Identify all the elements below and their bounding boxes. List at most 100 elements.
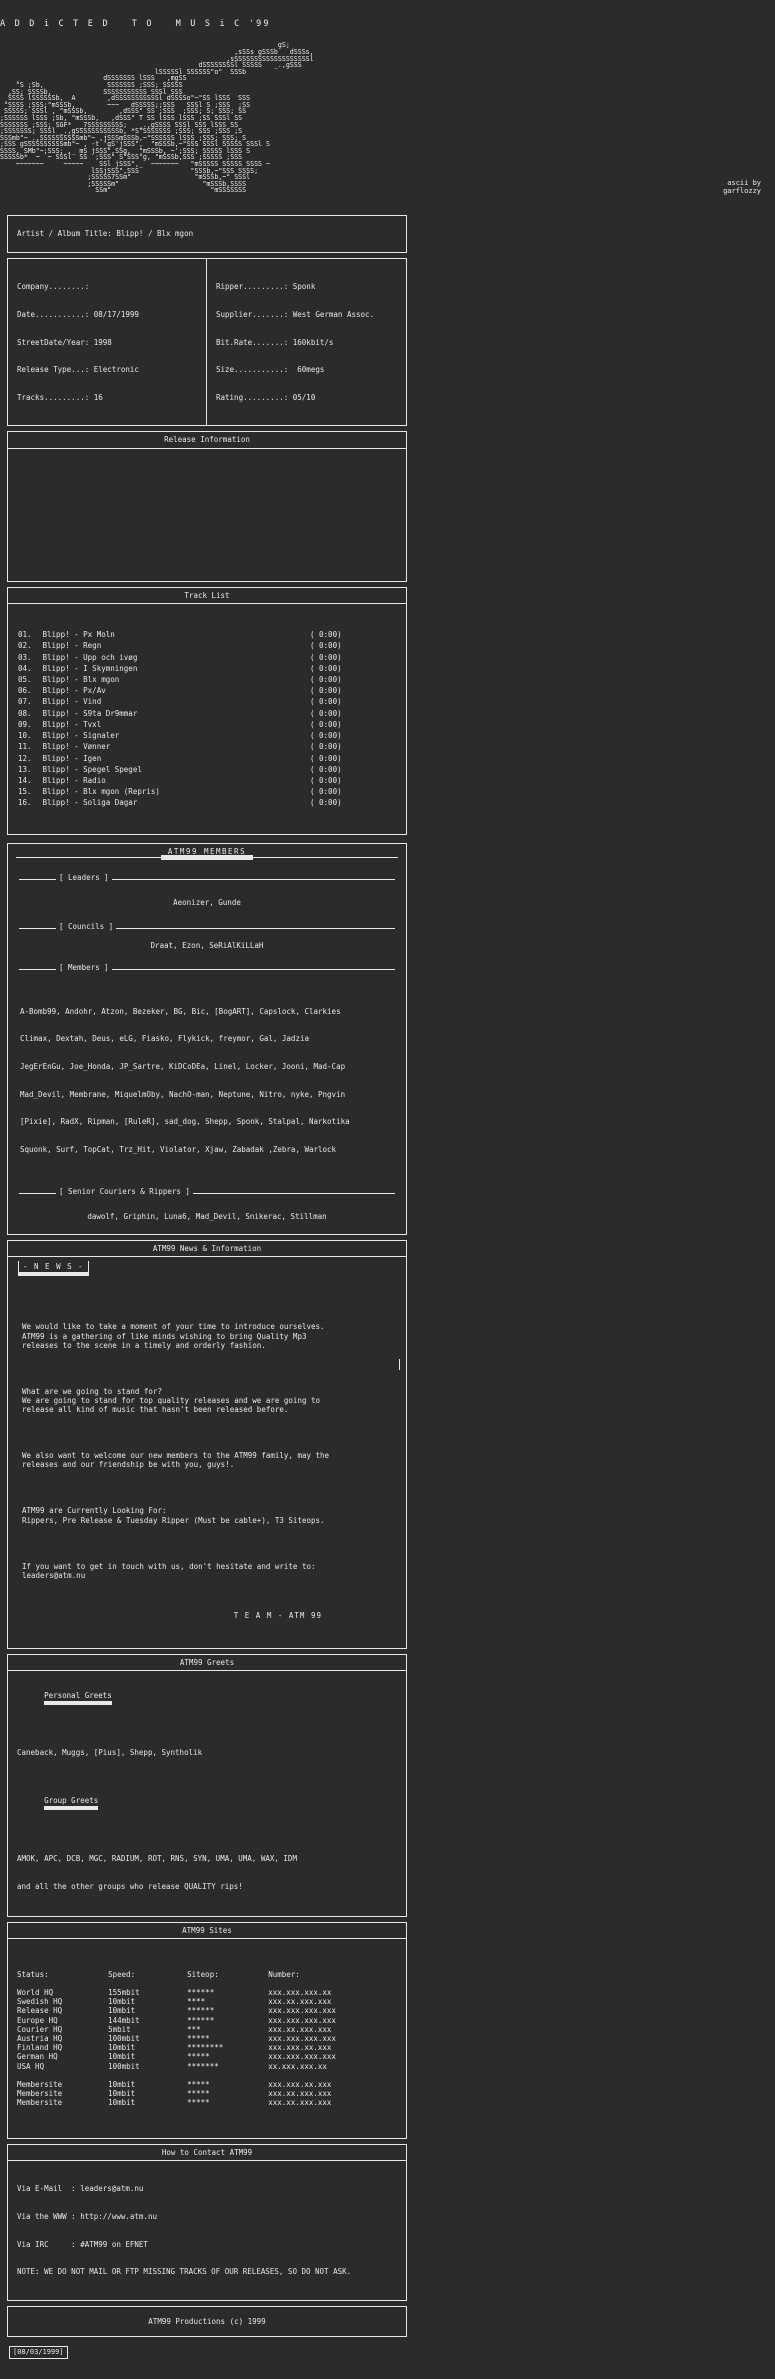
news-box: ATM99 News & Information - N E W S - We … bbox=[7, 1239, 407, 1650]
site-status: German HQ bbox=[17, 2052, 58, 2062]
track-list-body: 01. Blipp! - Px Moln( 0:00) 02. Blipp! - … bbox=[8, 604, 406, 834]
sites-row-spacer bbox=[17, 2071, 397, 2080]
members-title: ATM99 MEMBERS bbox=[167, 846, 247, 856]
site-speed: 155mbit bbox=[108, 1987, 140, 1997]
site-row: Austria HQ 100mbit ***** xxx.xxx.xxx.xxx bbox=[17, 2034, 397, 2043]
track-row: 11. Blipp! - Vønner ( 0:00) bbox=[17, 741, 343, 752]
group-greets-list: AMOK, APC, DCB, MGC, RADIUM, ROT, RNS, S… bbox=[17, 1853, 297, 1863]
track-number: 09. bbox=[18, 719, 32, 729]
sites-body: Status: Speed: Siteop: Number: World HQ 155mb… bbox=[8, 1939, 406, 2137]
track-name: Blipp! - I Skymningen bbox=[38, 663, 138, 673]
members-line: JegErEnGu, Joe_Honda, JP_Sartre, KiDCoDE… bbox=[20, 1061, 346, 1071]
site-number: xx.xxx.xxx.xx bbox=[268, 2061, 327, 2071]
news-title: ATM99 News & Information bbox=[8, 1241, 406, 1257]
track-name: Blipp! - Upp och ivøg bbox=[38, 652, 138, 662]
track-list-title: Track List bbox=[8, 588, 406, 604]
track-number: 16. bbox=[18, 798, 32, 808]
track-row: 15. Blipp! - Blx mgon (Repris) ( 0:00) bbox=[17, 786, 343, 797]
site-row: Membersite 10mbit ***** xxx.xx.xxx.xxx bbox=[17, 2089, 397, 2098]
site-status: USA HQ bbox=[17, 2061, 45, 2071]
track-row: 02. Blipp! - Regn ( 0:00) bbox=[17, 640, 343, 651]
sites-header-row: Status: Speed: Siteop: Number: bbox=[17, 1970, 397, 1988]
meta-streetdate: StreetDate/Year: 1998 bbox=[17, 337, 112, 347]
track-number: 13. bbox=[18, 764, 32, 774]
footer-title: ATM99 Productions (c) 1999 bbox=[148, 2316, 266, 2326]
meta-company: Company........: bbox=[17, 282, 90, 292]
site-speed: 10mbit bbox=[108, 1997, 136, 2007]
site-number: xxx.xx.xxx.xxx bbox=[268, 2098, 332, 2108]
contact-body: Via E-Mail : leaders@atm.nu Via the WWW … bbox=[8, 2161, 406, 2300]
news-paragraph: We also want to welcome our new members … bbox=[22, 1451, 330, 1470]
release-meta-left: Company........: Date...........: 08/17/… bbox=[8, 259, 207, 426]
site-number: xxx.xxx.xxx.xxx bbox=[268, 2052, 336, 2062]
track-duration: ( 0:00) bbox=[310, 742, 342, 752]
track-row: 09. Blipp! - Tvxl ( 0:00) bbox=[17, 719, 343, 730]
track-name: Blipp! - Vønner bbox=[38, 742, 111, 752]
site-row: German HQ 10mbit ***** xxx.xxx.xxx.xxx bbox=[17, 2052, 397, 2061]
track-name: Blipp! - Spegel Spegel bbox=[38, 764, 142, 774]
group-greets-note: and all the other groups who release QUA… bbox=[17, 1881, 243, 1891]
track-number: 06. bbox=[18, 686, 32, 696]
footer-date: [08/03/1999] bbox=[9, 2346, 68, 2360]
release-meta-right: Ripper.........: Sponk Supplier.......: … bbox=[207, 259, 406, 425]
sites-row-spacer-cell bbox=[17, 2071, 397, 2080]
track-name: Blipp! - Igen bbox=[38, 753, 102, 763]
track-row: 06. Blipp! - Px/Av ( 0:00) bbox=[17, 685, 343, 696]
site-speed: 100mbit bbox=[108, 2061, 140, 2071]
site-speed: 10mbit bbox=[108, 2043, 136, 2053]
site-number: xxx.xxx.xxx.xxx bbox=[268, 2006, 336, 2016]
track-number: 11. bbox=[18, 742, 32, 752]
track-duration: ( 0:00) bbox=[310, 686, 342, 696]
site-speed: 10mbit bbox=[108, 2006, 136, 2016]
meta-ripper: Ripper.........: Sponk bbox=[216, 282, 316, 292]
site-siteop: ***** bbox=[187, 2089, 210, 2099]
track-name: Blipp! - Radio bbox=[38, 775, 106, 785]
track-duration: ( 0:00) bbox=[310, 641, 342, 651]
leaders-list: Aeonizer, Gunde bbox=[173, 897, 241, 907]
members-line: A-Bomb99, Andohr, Atzon, Bezeker, BG, Bi… bbox=[20, 1006, 341, 1016]
track-row: 16. Blipp! - Soliga Dagar ( 0:00) bbox=[17, 797, 343, 808]
sites-title: ATM99 Sites bbox=[8, 1923, 406, 1940]
track-name: Blipp! - Blx mgon (Repris) bbox=[38, 787, 160, 797]
meta-supplier: Supplier.......: West German Assoc. bbox=[216, 310, 375, 320]
site-number: xxx.xx.xxx.xxx bbox=[268, 2089, 332, 2099]
leaders-divider: [ Leaders ] bbox=[8, 872, 406, 886]
greets-body: Personal Greets Caneback, Muggs, [Pius],… bbox=[8, 1671, 406, 1916]
site-status: Courier HQ bbox=[17, 2024, 63, 2034]
contact-title: How to Contact ATM99 bbox=[8, 2145, 406, 2162]
site-status: World HQ bbox=[17, 1987, 54, 1997]
track-number: 07. bbox=[18, 697, 32, 707]
leaders-label: [ Leaders ] bbox=[56, 872, 112, 883]
group-greets-label: Group Greets bbox=[44, 1796, 99, 1811]
track-number: 15. bbox=[18, 787, 32, 797]
site-row: Europe HQ 144mbit ****** xxx.xxx.xxx.xxx bbox=[17, 2016, 397, 2025]
track-duration: ( 0:00) bbox=[310, 630, 342, 640]
site-row: Release HQ 10mbit ****** xxx.xxx.xxx.xxx bbox=[17, 2006, 397, 2015]
meta-rating: Rating.........: 05/10 bbox=[216, 392, 316, 402]
site-status: Release HQ bbox=[17, 2006, 63, 2016]
greets-title: ATM99 Greets bbox=[8, 1655, 406, 1672]
track-duration: ( 0:00) bbox=[310, 663, 342, 673]
track-number: 12. bbox=[18, 753, 32, 763]
track-number: 14. bbox=[18, 775, 32, 785]
site-number: xxx.xxx.xxx.xxx bbox=[268, 2015, 336, 2025]
meta-date: Date...........: 08/17/1999 bbox=[17, 310, 139, 320]
track-number: 03. bbox=[18, 652, 32, 662]
members-names: A-Bomb99, Andohr, Atzon, Bezeker, BG, Bi… bbox=[8, 980, 406, 1175]
track-name: Blipp! - Vind bbox=[38, 697, 102, 707]
track-number: 10. bbox=[18, 731, 32, 741]
site-siteop: ******* bbox=[187, 2061, 219, 2071]
site-speed: 100mbit bbox=[108, 2034, 140, 2043]
site-siteop: ***** bbox=[187, 2034, 210, 2043]
meta-bitrate: Bit.Rate.......: 160kbit/s bbox=[216, 337, 334, 347]
site-status: Membersite bbox=[17, 2098, 63, 2108]
track-duration: ( 0:00) bbox=[310, 764, 342, 774]
members-line: [Pixie], RadX, Ripman, [RuleR], sad_dog,… bbox=[20, 1117, 350, 1127]
couriers-label: [ Senior Couriers & Rippers ] bbox=[56, 1187, 193, 1197]
release-information-box: Release Information bbox=[7, 431, 407, 582]
artist-album-label: Artist / Album Title: Blipp! / Blx mgon bbox=[17, 229, 194, 239]
site-status: Membersite bbox=[17, 2089, 63, 2099]
site-status: Austria HQ bbox=[17, 2034, 63, 2043]
site-siteop: ******** bbox=[187, 2043, 224, 2053]
site-speed: 10mbit bbox=[108, 2098, 136, 2108]
